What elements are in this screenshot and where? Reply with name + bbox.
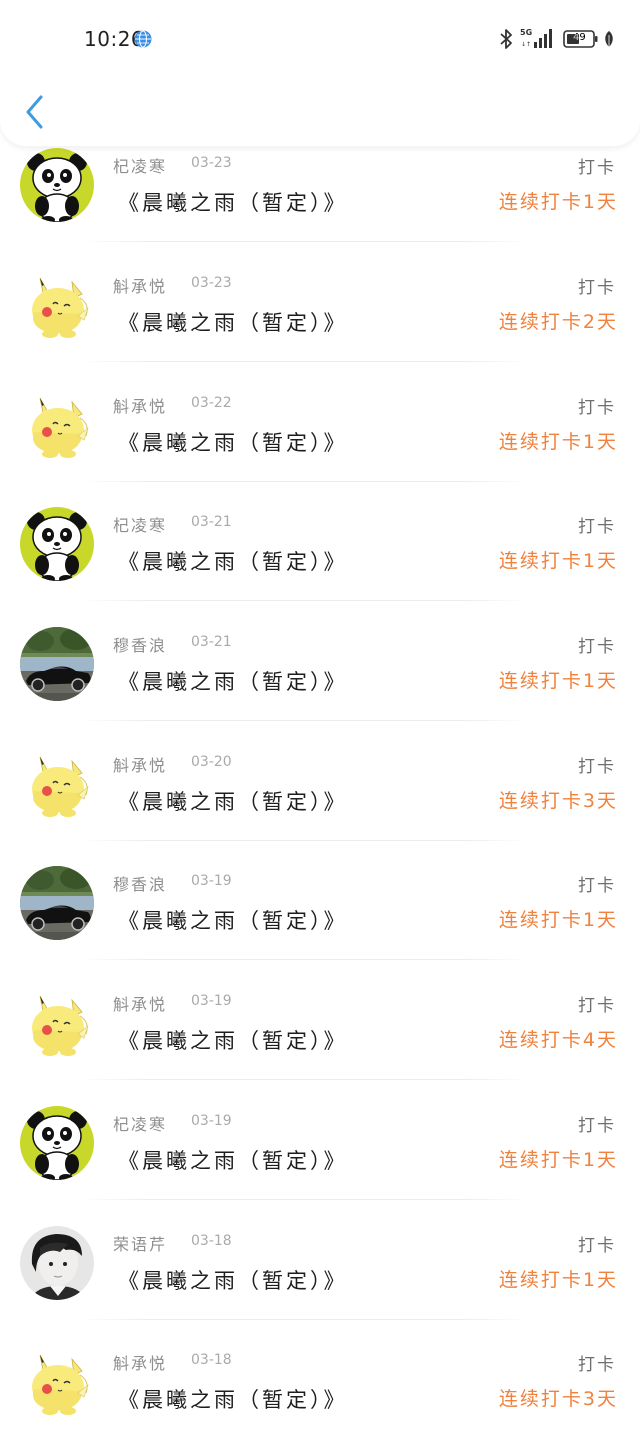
streak-badge: 连续打卡1天 bbox=[498, 550, 618, 573]
entry-date: 03-23 bbox=[191, 155, 232, 171]
book-title[interactable]: 《晨曦之雨（暂定）》 bbox=[118, 1025, 348, 1055]
leaf-icon bbox=[603, 30, 615, 48]
checkin-action-label: 打卡 bbox=[578, 158, 616, 178]
checkin-action-label: 打卡 bbox=[578, 876, 616, 897]
user-name[interactable]: 穆香浪 bbox=[113, 871, 167, 895]
battery-level: 49 bbox=[573, 32, 586, 43]
checkin-row[interactable]: 斛承悦 03-23 《晨曦之雨（暂定）》 打卡连续打卡2天 bbox=[0, 243, 640, 363]
entry-date: 03-18 bbox=[191, 1232, 232, 1249]
checkin-list: 杞凌寒 03-23 《晨曦之雨（暂定）》 打卡 连续打卡1天 斛承悦 03-23 《晨曦之雨（… bbox=[0, 146, 640, 1440]
streak-badge: 连续打卡1天 bbox=[498, 430, 618, 453]
pikachu-avatar[interactable] bbox=[20, 746, 94, 821]
user-name[interactable]: 斛承悦 bbox=[113, 273, 167, 297]
checkin-action-label: 打卡 bbox=[578, 1235, 616, 1256]
row-divider bbox=[80, 241, 530, 242]
panda-avatar[interactable] bbox=[20, 507, 94, 582]
checkin-row[interactable]: 斛承悦 03-22 《晨曦之雨（暂定）》 打卡连续打卡1天 bbox=[0, 363, 640, 483]
streak-badge: 连续打卡1天 bbox=[498, 670, 618, 693]
book-title[interactable]: 《晨曦之雨（暂定）》 bbox=[118, 187, 348, 217]
user-name[interactable]: 杞凌寒 bbox=[113, 512, 167, 536]
user-name[interactable]: 斛承悦 bbox=[113, 393, 167, 417]
entry-date: 03-19 bbox=[191, 993, 232, 1010]
pikachu-avatar[interactable] bbox=[20, 1345, 94, 1420]
streak-badge: 连续打卡1天 bbox=[498, 909, 618, 932]
svg-text:↓↑: ↓↑ bbox=[521, 41, 531, 48]
streak-badge: 连续打卡1天 bbox=[498, 1268, 618, 1291]
checkin-action-label: 打卡 bbox=[578, 1115, 616, 1136]
entry-date: 03-23 bbox=[191, 275, 232, 291]
book-title[interactable]: 《晨曦之雨（暂定）》 bbox=[118, 1265, 348, 1295]
top-header: 10:26 5G ↓↑ 49 bbox=[0, 0, 640, 146]
globe-icon bbox=[134, 30, 152, 48]
streak-badge: 连续打卡2天 bbox=[498, 311, 618, 333]
checkin-row[interactable]: 杞凌寒 03-19 《晨曦之雨（暂定）》 打卡连续打卡1天 bbox=[0, 1081, 640, 1201]
entry-date: 03-20 bbox=[191, 753, 232, 770]
entry-date: 03-21 bbox=[191, 514, 232, 531]
checkin-action-label: 打卡 bbox=[578, 756, 616, 777]
streak-badge: 连续打卡3天 bbox=[498, 1388, 618, 1411]
signal-icon: 5G ↓↑ bbox=[520, 27, 556, 49]
status-bar: 10:26 5G ↓↑ 49 bbox=[0, 0, 640, 78]
user-name[interactable]: 斛承悦 bbox=[113, 1350, 167, 1374]
book-title[interactable]: 《晨曦之雨（暂定）》 bbox=[118, 427, 348, 457]
checkin-row[interactable]: 穆香浪 03-19 《晨曦之雨（暂定）》 打卡连续打卡1天 bbox=[0, 841, 640, 961]
pikachu-avatar[interactable] bbox=[20, 268, 94, 342]
entry-date: 03-18 bbox=[191, 1352, 232, 1369]
checkin-row[interactable]: 荣语芹 03-18 《晨曦之雨（暂定）》 打卡连续打卡1天 bbox=[0, 1201, 640, 1321]
person-avatar[interactable] bbox=[20, 1225, 94, 1300]
bluetooth-icon bbox=[498, 28, 514, 50]
user-name[interactable]: 斛承悦 bbox=[113, 991, 167, 1015]
checkin-action-label: 打卡 bbox=[578, 637, 616, 658]
book-title[interactable]: 《晨曦之雨（暂定）》 bbox=[118, 1384, 348, 1414]
network-label: 5G bbox=[520, 28, 532, 37]
entry-date: 03-22 bbox=[191, 394, 232, 411]
checkin-row[interactable]: 杞凌寒 03-21 《晨曦之雨（暂定）》 打卡连续打卡1天 bbox=[0, 482, 640, 602]
book-title[interactable]: 《晨曦之雨（暂定）》 bbox=[118, 307, 348, 337]
book-title[interactable]: 《晨曦之雨（暂定）》 bbox=[118, 546, 348, 576]
checkin-action-label: 打卡 bbox=[578, 517, 616, 538]
checkin-row[interactable]: 斛承悦 03-18 《晨曦之雨（暂定）》 打卡连续打卡3天 bbox=[0, 1320, 640, 1440]
checkin-action-label: 打卡 bbox=[578, 397, 616, 418]
book-title[interactable]: 《晨曦之雨（暂定）》 bbox=[118, 666, 348, 696]
entry-date: 03-21 bbox=[191, 634, 232, 651]
checkin-row[interactable]: 杞凌寒 03-23 《晨曦之雨（暂定）》 打卡连续打卡1天 bbox=[0, 146, 640, 243]
checkin-row[interactable]: 斛承悦 03-19 《晨曦之雨（暂定）》 打卡连续打卡4天 bbox=[0, 961, 640, 1081]
checkin-action-label: 打卡 bbox=[578, 1355, 616, 1376]
entry-date: 03-19 bbox=[191, 873, 232, 890]
user-name[interactable]: 斛承悦 bbox=[113, 752, 167, 776]
user-name[interactable]: 杞凌寒 bbox=[113, 1111, 167, 1135]
checkin-row[interactable]: 斛承悦 03-20 《晨曦之雨（暂定）》 打卡连续打卡3天 bbox=[0, 722, 640, 842]
streak-badge: 连续打卡4天 bbox=[498, 1029, 618, 1052]
pikachu-avatar[interactable] bbox=[20, 387, 94, 462]
streak-badge: 连续打卡1天 bbox=[498, 191, 618, 213]
book-title[interactable]: 《晨曦之雨（暂定）》 bbox=[118, 1145, 348, 1175]
user-name[interactable]: 荣语芹 bbox=[113, 1231, 167, 1255]
book-title[interactable]: 《晨曦之雨（暂定）》 bbox=[118, 786, 348, 816]
streak-badge: 连续打卡1天 bbox=[498, 1148, 618, 1171]
user-name[interactable]: 穆香浪 bbox=[113, 632, 167, 656]
chevron-left-icon bbox=[26, 95, 43, 129]
user-name[interactable]: 杞凌寒 bbox=[113, 153, 167, 177]
back-button[interactable] bbox=[18, 90, 54, 134]
checkin-row[interactable]: 穆香浪 03-21 《晨曦之雨（暂定）》 打卡连续打卡1天 bbox=[0, 602, 640, 722]
streak-badge: 连续打卡3天 bbox=[498, 789, 618, 812]
book-title[interactable]: 《晨曦之雨（暂定）》 bbox=[118, 905, 348, 935]
checkin-action-label: 打卡 bbox=[578, 996, 616, 1017]
panda-avatar[interactable] bbox=[20, 1105, 94, 1180]
checkin-action-label: 打卡 bbox=[578, 278, 616, 298]
pikachu-avatar[interactable] bbox=[20, 986, 94, 1061]
entry-date: 03-19 bbox=[191, 1112, 232, 1129]
panda-avatar[interactable] bbox=[20, 148, 94, 222]
car-avatar[interactable] bbox=[20, 627, 94, 702]
car-avatar[interactable] bbox=[20, 866, 94, 941]
